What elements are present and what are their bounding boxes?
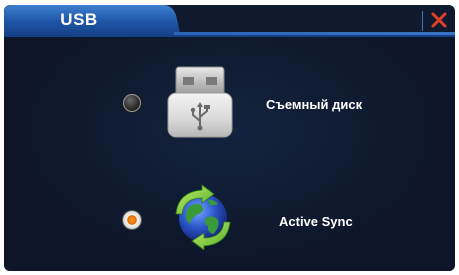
close-button[interactable] <box>427 8 451 32</box>
title-separator <box>422 11 423 31</box>
radio-active-sync[interactable] <box>123 211 141 229</box>
active-sync-globe-icon <box>175 184 231 250</box>
option-label-active-sync: Active Sync <box>279 214 353 229</box>
usb-drive-icon <box>167 66 233 138</box>
tab-usb[interactable]: USB <box>4 10 154 30</box>
radio-removable-disk[interactable] <box>123 94 141 112</box>
usb-dialog: USB Съемный диск Active Sync <box>4 5 455 271</box>
option-label-removable-disk: Съемный диск <box>266 97 363 112</box>
title-bar: USB <box>4 5 455 37</box>
close-icon <box>431 12 447 28</box>
option-active-sync[interactable]: Active Sync <box>4 167 455 257</box>
option-removable-disk[interactable]: Съемный диск <box>4 51 455 141</box>
options-panel: Съемный диск Active Sync <box>4 37 455 271</box>
